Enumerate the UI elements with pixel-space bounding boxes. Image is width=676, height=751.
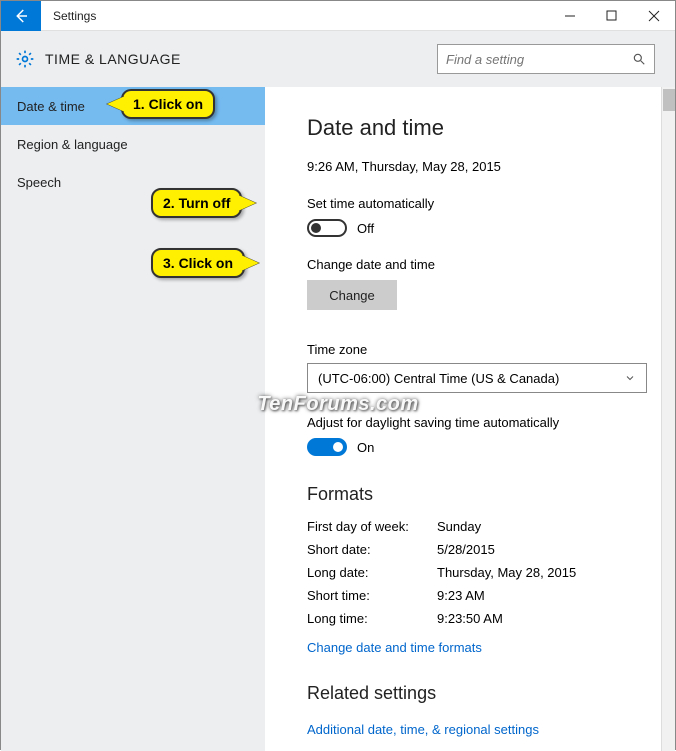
timezone-select[interactable]: (UTC-06:00) Central Time (US & Canada) (307, 363, 647, 393)
maximize-button[interactable] (591, 1, 633, 31)
scrollbar-thumb[interactable] (663, 89, 675, 111)
dst-toggle-row: On (307, 438, 655, 456)
callout-2: 2. Turn off (151, 188, 242, 218)
formats-heading: Formats (307, 484, 655, 505)
body: Date & time Region & language Speech Dat… (1, 87, 675, 751)
auto-time-toggle-row: Off (307, 219, 655, 237)
vertical-scrollbar[interactable] (661, 87, 675, 751)
search-input[interactable] (446, 52, 632, 67)
change-dt-label: Change date and time (307, 257, 655, 272)
watermark: TenForums.com (257, 393, 418, 416)
minimize-icon (564, 10, 576, 22)
sidebar-item-label: Region & language (17, 137, 128, 152)
formats-row: Short date:5/28/2015 (307, 542, 655, 557)
timezone-label: Time zone (307, 342, 655, 357)
window-title: Settings (53, 9, 549, 23)
formats-row: Long time:9:23:50 AM (307, 611, 655, 626)
callout-1: 1. Click on (121, 89, 215, 119)
auto-time-label: Set time automatically (307, 196, 655, 211)
close-button[interactable] (633, 1, 675, 31)
search-box[interactable] (437, 44, 655, 74)
formats-row: Long date:Thursday, May 28, 2015 (307, 565, 655, 580)
back-button[interactable] (1, 1, 41, 31)
title-bar: Settings (1, 1, 675, 31)
related-link-regional[interactable]: Additional date, time, & regional settin… (307, 722, 655, 737)
chevron-down-icon (624, 372, 636, 384)
content-pane: Date and time 9:26 AM, Thursday, May 28,… (265, 87, 675, 751)
search-icon (632, 52, 646, 66)
section-title: TIME & LANGUAGE (45, 51, 437, 67)
close-icon (648, 10, 660, 22)
page-heading: Date and time (307, 115, 655, 141)
formats-row: Short time:9:23 AM (307, 588, 655, 603)
maximize-icon (606, 10, 618, 22)
auto-time-toggle[interactable] (307, 219, 347, 237)
timezone-value: (UTC-06:00) Central Time (US & Canada) (318, 371, 559, 386)
arrow-left-icon (12, 7, 30, 25)
sidebar-item-label: Speech (17, 175, 61, 190)
callout-3: 3. Click on (151, 248, 245, 278)
formats-row: First day of week:Sunday (307, 519, 655, 534)
sidebar: Date & time Region & language Speech (1, 87, 265, 751)
change-button[interactable]: Change (307, 280, 397, 310)
dst-toggle[interactable] (307, 438, 347, 456)
header-row: TIME & LANGUAGE (1, 31, 675, 87)
gear-icon (15, 49, 35, 69)
related-heading: Related settings (307, 683, 655, 704)
current-datetime: 9:26 AM, Thursday, May 28, 2015 (307, 159, 655, 174)
sidebar-item-region-language[interactable]: Region & language (1, 125, 265, 163)
sidebar-item-label: Date & time (17, 99, 85, 114)
formats-table: First day of week:Sunday Short date:5/28… (307, 519, 655, 626)
window-controls (549, 1, 675, 31)
formats-link[interactable]: Change date and time formats (307, 640, 655, 655)
dst-label: Adjust for daylight saving time automati… (307, 415, 655, 430)
dst-state: On (357, 440, 374, 455)
minimize-button[interactable] (549, 1, 591, 31)
auto-time-state: Off (357, 221, 374, 236)
